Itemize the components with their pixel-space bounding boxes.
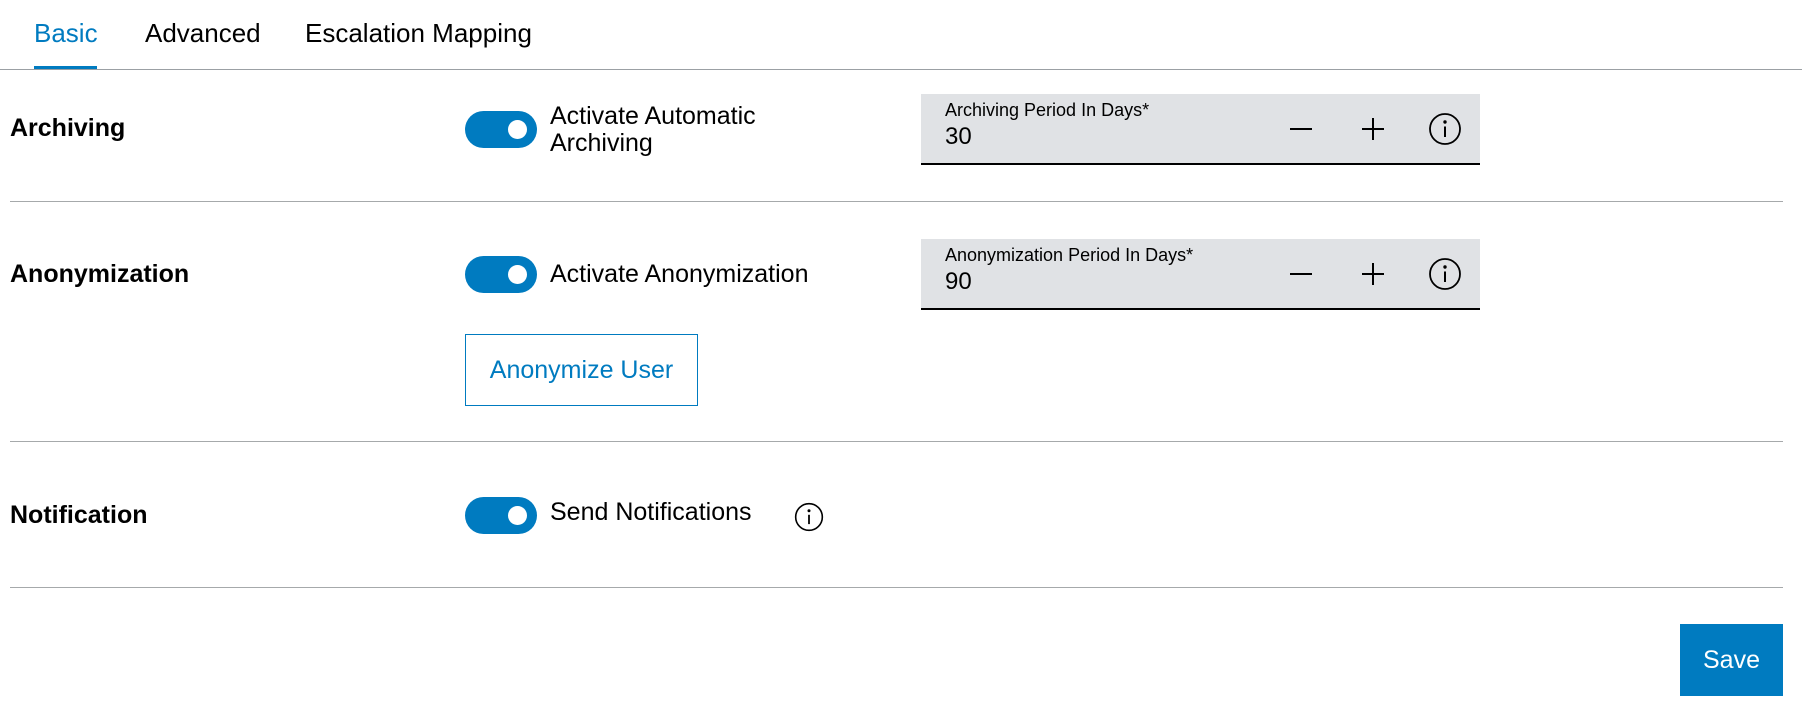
info-icon (1429, 113, 1461, 145)
tab-escalation-mapping[interactable]: Escalation Mapping (305, 16, 535, 69)
tab-bar: Basic Advanced Escalation Mapping (0, 0, 1802, 70)
notification-info-button[interactable] (793, 501, 825, 533)
anonymization-period-field: Anonymization Period In Days* (921, 239, 1480, 310)
save-button[interactable]: Save (1680, 624, 1783, 696)
notification-toggle[interactable] (465, 497, 537, 534)
notification-section-title: Notification (10, 501, 148, 529)
section-divider (10, 201, 1783, 202)
tab-advanced[interactable]: Advanced (145, 16, 261, 69)
minus-icon (1290, 273, 1312, 275)
anonymization-increment-button[interactable] (1355, 256, 1391, 292)
archiving-period-label: Archiving Period In Days* (945, 100, 1150, 120)
plus-icon (1362, 263, 1384, 285)
section-divider (10, 587, 1783, 588)
archiving-info-button[interactable] (1427, 111, 1463, 147)
settings-page: Basic Advanced Escalation Mapping Archiv… (0, 0, 1802, 717)
archiving-decrement-button[interactable] (1283, 111, 1319, 147)
anonymization-info-button[interactable] (1427, 256, 1463, 292)
info-icon (794, 502, 824, 532)
section-divider (10, 441, 1783, 442)
plus-icon (1362, 118, 1384, 140)
anonymization-period-label: Anonymization Period In Days* (945, 245, 1194, 265)
notification-toggle-label: Send Notifications (550, 498, 752, 526)
anonymization-section-title: Anonymization (10, 260, 190, 288)
archiving-period-field: Archiving Period In Days* (921, 94, 1480, 165)
minus-icon (1290, 128, 1312, 130)
toggle-knob (508, 120, 527, 139)
archiving-toggle[interactable] (465, 111, 537, 148)
archiving-increment-button[interactable] (1355, 111, 1391, 147)
info-icon (1429, 258, 1461, 290)
anonymization-toggle[interactable] (465, 256, 537, 293)
anonymize-user-button[interactable]: Anonymize User (465, 334, 698, 406)
toggle-knob (508, 506, 527, 525)
archiving-toggle-label: Activate Automatic Archiving (550, 102, 756, 157)
tab-basic[interactable]: Basic (34, 16, 98, 69)
anonymization-toggle-label: Activate Anonymization (550, 260, 809, 288)
toggle-knob (508, 265, 527, 284)
archiving-section-title: Archiving (10, 114, 126, 142)
anonymization-decrement-button[interactable] (1283, 256, 1319, 292)
